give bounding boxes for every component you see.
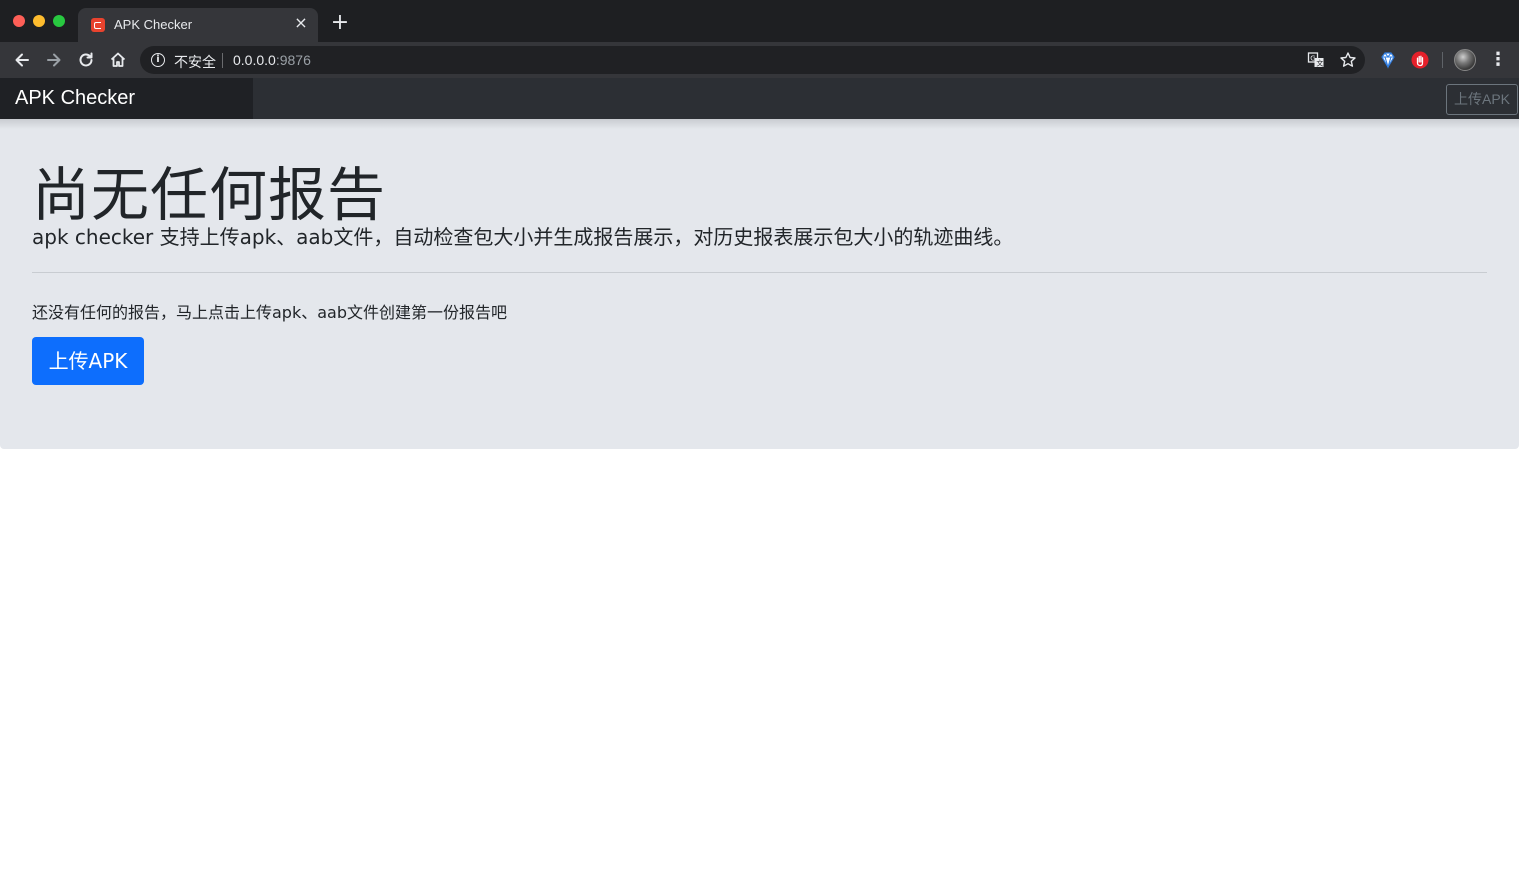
app-brand[interactable]: APK Checker — [15, 87, 135, 110]
navbar-upload-apk-button[interactable]: 上传APK — [1446, 84, 1518, 115]
upload-apk-button[interactable]: 上传APK — [32, 337, 144, 385]
url-host: 0.0.0.0 — [233, 52, 276, 68]
profile-avatar[interactable] — [1454, 49, 1476, 71]
reload-icon[interactable] — [76, 50, 96, 70]
tab-title: APK Checker — [114, 17, 193, 32]
page-title: 尚无任何报告 — [32, 161, 387, 229]
translate-icon[interactable]: G 文 — [1307, 51, 1325, 69]
diamond-extension-icon[interactable] — [1378, 50, 1398, 70]
back-arrow-icon[interactable] — [12, 50, 32, 70]
toolbar-divider — [1442, 52, 1443, 68]
new-tab-button[interactable]: + — [330, 12, 350, 34]
svg-text:G: G — [1310, 54, 1315, 62]
forward-arrow-icon[interactable] — [44, 50, 64, 70]
hand-stop-extension-icon[interactable] — [1410, 50, 1430, 70]
security-status[interactable]: 不安全 — [174, 52, 216, 72]
url-text[interactable]: 0.0.0.0:9876 — [233, 52, 311, 68]
close-window-button[interactable] — [13, 15, 25, 27]
brand-area: APK Checker — [0, 78, 253, 119]
zoom-window-button[interactable] — [53, 15, 65, 27]
url-port: :9876 — [275, 52, 311, 68]
navbar-shadow — [0, 119, 1519, 129]
info-icon[interactable]: i — [151, 53, 165, 67]
omnibox-divider — [222, 53, 223, 68]
browser-tab-active[interactable]: APK Checker × — [78, 8, 318, 42]
apk-checker-favicon-icon — [91, 18, 105, 32]
browser-toolbar: i 不安全 0.0.0.0:9876 G 文 ⋮ — [0, 42, 1519, 78]
divider — [32, 272, 1487, 273]
app-navbar: APK Checker 上传APK — [0, 78, 1519, 119]
empty-state-message: 还没有任何的报告，马上点击上传apk、aab文件创建第一份报告吧 — [32, 303, 507, 322]
app-description: apk checker 支持上传apk、aab文件，自动检查包大小并生成报告展示… — [32, 225, 1014, 249]
home-icon[interactable] — [108, 50, 128, 70]
browser-tab-strip: APK Checker × + — [0, 0, 1519, 42]
star-icon[interactable] — [1339, 51, 1357, 69]
minimize-window-button[interactable] — [33, 15, 45, 27]
more-vertical-icon[interactable]: ⋮ — [1489, 49, 1507, 71]
address-bar[interactable]: i 不安全 0.0.0.0:9876 G 文 — [140, 46, 1365, 74]
tab-close-icon[interactable]: × — [292, 14, 310, 32]
svg-text:文: 文 — [1316, 59, 1323, 68]
